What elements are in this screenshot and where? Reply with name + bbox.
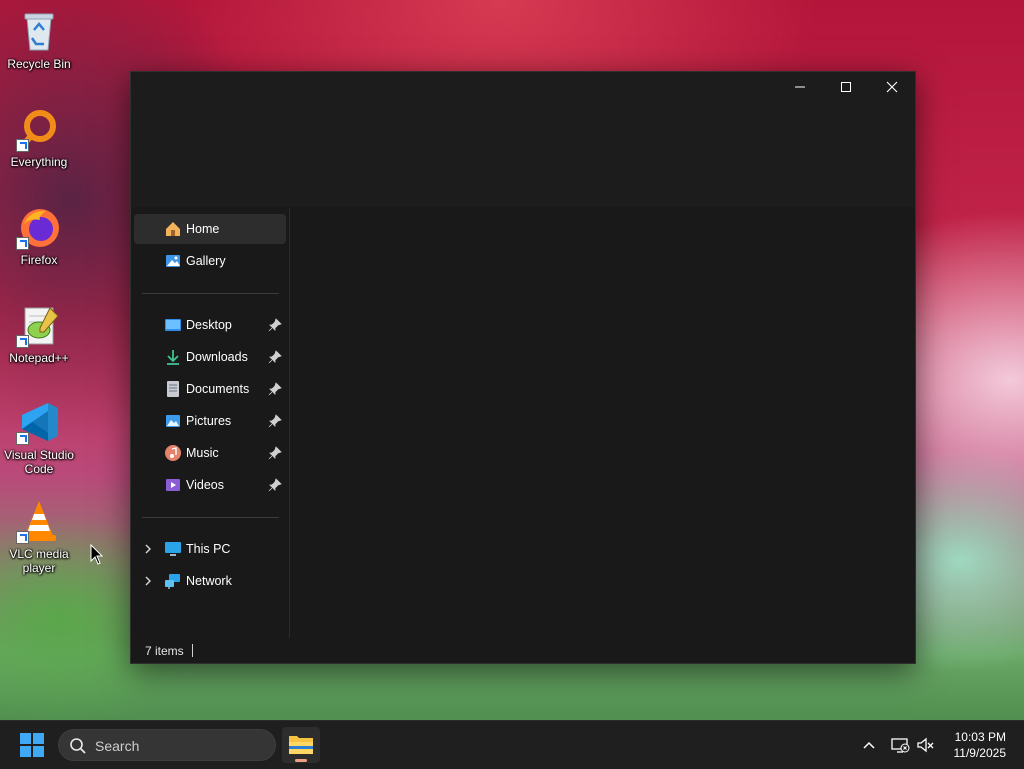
videos-icon xyxy=(166,479,180,491)
pictures-icon xyxy=(166,415,180,427)
sidebar-item-network[interactable]: Network xyxy=(134,566,286,596)
pin-icon[interactable] xyxy=(268,318,282,332)
show-hidden-icons-icon[interactable] xyxy=(859,735,879,755)
active-app-indicator xyxy=(295,759,307,762)
taskbar-search[interactable]: Search xyxy=(58,729,276,761)
chevron-right-icon[interactable] xyxy=(142,543,154,555)
sidebar-separator xyxy=(142,517,279,518)
volume-muted-icon[interactable] xyxy=(916,735,936,755)
desktop-icon-label: Notepad++ xyxy=(9,351,69,365)
desktop-icon-notepad-plus-plus[interactable]: Notepad++ xyxy=(0,302,79,365)
mouse-pointer-icon xyxy=(90,544,104,565)
chevron-right-icon[interactable] xyxy=(142,575,154,587)
pin-icon[interactable] xyxy=(268,382,282,396)
file-list-area[interactable] xyxy=(290,208,915,638)
desktop-icon-label: Visual Studio Code xyxy=(4,448,74,476)
network-icon xyxy=(165,574,180,589)
maximize-icon xyxy=(841,82,851,92)
shortcut-arrow-icon xyxy=(16,432,29,445)
desktop-icon-recycle-bin[interactable]: Recycle Bin xyxy=(0,8,79,71)
recycle-bin-icon xyxy=(16,8,62,54)
sidebar-item-downloads[interactable]: Downloads xyxy=(134,342,286,372)
desktop-icon-label: Firefox xyxy=(20,253,58,267)
sidebar-item-label: Pictures xyxy=(186,414,232,428)
pin-icon[interactable] xyxy=(268,478,282,492)
firefox-icon xyxy=(16,204,62,250)
status-separator xyxy=(192,644,193,657)
start-button[interactable] xyxy=(14,729,50,761)
windows-logo-icon xyxy=(20,733,44,757)
desktop-icon-label: VLC media player xyxy=(9,547,69,575)
minimize-button[interactable] xyxy=(777,72,823,102)
gallery-icon xyxy=(166,255,180,267)
taskbar-app-file-explorer[interactable] xyxy=(282,727,320,763)
title-bar[interactable] xyxy=(131,72,915,207)
sidebar-item-gallery[interactable]: Gallery xyxy=(134,246,286,276)
sidebar-item-home[interactable]: Home xyxy=(134,214,286,244)
sidebar-item-label: Music xyxy=(186,446,219,460)
desktop-icon-vscode[interactable]: Visual Studio Code xyxy=(0,399,79,476)
everything-search-icon xyxy=(16,106,62,152)
file-explorer-window[interactable]: Home Gallery Desktop Downloads Documents… xyxy=(130,71,916,664)
system-clock[interactable]: 10:03 PM 11/9/2025 xyxy=(936,729,1007,761)
sidebar-item-this-pc[interactable]: This PC xyxy=(134,534,286,564)
sidebar-item-label: This PC xyxy=(186,542,231,556)
item-count: 7 items xyxy=(145,644,184,658)
music-icon xyxy=(165,445,181,461)
pin-icon[interactable] xyxy=(268,350,282,364)
minimize-icon xyxy=(795,86,805,88)
desktop-icon-everything[interactable]: Everything xyxy=(0,106,79,169)
vscode-icon xyxy=(16,399,62,445)
search-icon xyxy=(70,738,86,754)
documents-icon xyxy=(167,381,179,397)
desktop-icon-label: Recycle Bin xyxy=(7,57,71,71)
sidebar-item-label: Network xyxy=(186,574,232,588)
sidebar-item-label: Documents xyxy=(186,382,250,396)
sidebar-item-music[interactable]: Music xyxy=(134,438,286,468)
status-bar: 7 items xyxy=(131,638,915,663)
desktop-icon-label: Everything xyxy=(10,155,68,169)
sidebar-separator xyxy=(142,293,279,294)
this-pc-icon xyxy=(165,542,181,556)
pin-icon[interactable] xyxy=(268,414,282,428)
sidebar-item-label: Desktop xyxy=(186,318,232,332)
sidebar-item-label: Gallery xyxy=(186,254,226,268)
sidebar-item-pictures[interactable]: Pictures xyxy=(134,406,286,436)
shortcut-arrow-icon xyxy=(16,139,29,152)
shortcut-arrow-icon xyxy=(16,531,29,544)
sidebar-item-documents[interactable]: Documents xyxy=(134,374,286,404)
maximize-button[interactable] xyxy=(823,72,869,102)
close-button[interactable] xyxy=(869,72,915,102)
vlc-icon xyxy=(16,498,62,544)
sidebar-item-videos[interactable]: Videos xyxy=(134,470,286,500)
network-disconnected-icon[interactable] xyxy=(890,735,910,755)
sidebar-item-desktop[interactable]: Desktop xyxy=(134,310,286,340)
file-explorer-icon xyxy=(289,736,313,754)
sidebar-item-label: Downloads xyxy=(186,350,248,364)
pin-icon[interactable] xyxy=(268,446,282,460)
sidebar-item-label: Home xyxy=(186,222,220,236)
home-icon xyxy=(166,222,180,236)
notepad-plus-plus-icon xyxy=(16,302,62,348)
desktop-icon-vlc[interactable]: VLC media player xyxy=(0,498,79,575)
shortcut-arrow-icon xyxy=(16,237,29,250)
search-placeholder: Search xyxy=(95,738,140,754)
navigation-pane[interactable]: Home Gallery Desktop Downloads Documents… xyxy=(131,208,289,638)
shortcut-arrow-icon xyxy=(16,335,29,348)
clock-date: 11/9/2025 xyxy=(953,746,1007,760)
desktop-icon-firefox[interactable]: Firefox xyxy=(0,204,79,267)
desktop-folder-icon xyxy=(165,319,181,331)
download-icon xyxy=(167,350,179,365)
taskbar[interactable]: Search 10:03 PM 11/9/2025 xyxy=(0,720,1024,769)
sidebar-item-label: Videos xyxy=(186,478,224,492)
close-icon xyxy=(886,81,898,93)
clock-time: 10:03 PM xyxy=(954,730,1006,744)
